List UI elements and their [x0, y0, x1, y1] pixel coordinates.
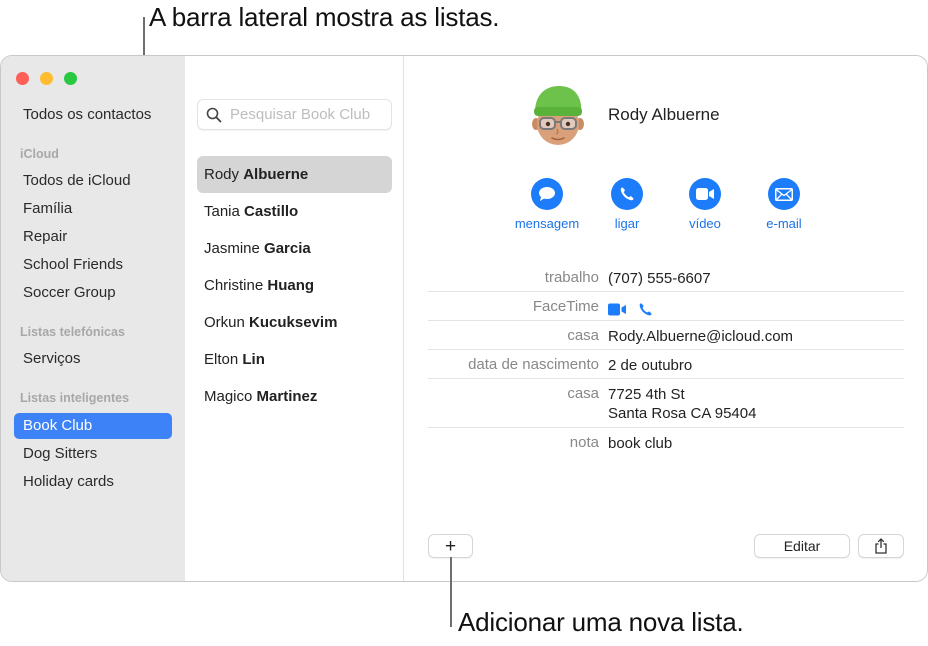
- sidebar-item-dog-sitters[interactable]: Dog Sitters: [14, 441, 172, 467]
- contact-row[interactable]: Rody Albuerne: [197, 156, 392, 193]
- share-button[interactable]: [858, 534, 904, 558]
- facetime-actions: [608, 299, 653, 318]
- search-field[interactable]: [197, 99, 392, 130]
- search-input[interactable]: [230, 100, 388, 129]
- sidebar-item-holiday-cards[interactable]: Holiday cards: [14, 469, 172, 495]
- contact-first-name: Christine: [204, 277, 264, 294]
- contact-last-name: Lin: [242, 351, 265, 368]
- zoom-window-button[interactable]: [64, 72, 77, 85]
- call-label: ligar: [614, 216, 640, 231]
- contact-row[interactable]: Jasmine Garcia: [197, 230, 392, 267]
- video-button[interactable]: vídeo: [665, 178, 745, 231]
- contact-first-name: Rody: [204, 166, 240, 183]
- address-line-1: 7725 4th St: [608, 386, 685, 403]
- sidebar-item-book-club[interactable]: Book Club: [14, 413, 172, 439]
- contact-last-name: Kucuksevim: [249, 314, 338, 331]
- email-button[interactable]: e-mail: [744, 178, 824, 231]
- email-label: e-mail: [766, 216, 802, 231]
- envelope-icon: [775, 187, 793, 201]
- contacts-window: Todos os contactos iCloud Todos de iClou…: [0, 55, 928, 582]
- contact-row[interactable]: Christine Huang: [197, 267, 392, 304]
- share-icon: [875, 538, 887, 554]
- call-button[interactable]: ligar: [587, 178, 667, 231]
- field-label: trabalho: [544, 269, 599, 286]
- note-value[interactable]: book club: [608, 434, 672, 453]
- close-window-button[interactable]: [16, 72, 29, 85]
- sidebar-section-listas-telefonicas: Listas telefónicas: [20, 325, 125, 339]
- contact-first-name: Tania: [204, 203, 240, 220]
- sidebar: Todos os contactos iCloud Todos de iClou…: [1, 56, 185, 581]
- phone-icon: [620, 187, 634, 201]
- contact-last-name: Martinez: [256, 388, 318, 405]
- divider: [428, 349, 904, 350]
- contact-last-name: Castillo: [244, 203, 299, 220]
- contact-row[interactable]: Magico Martinez: [197, 378, 392, 415]
- divider: [428, 320, 904, 321]
- callout-line-add-list: [450, 557, 452, 627]
- contact-row[interactable]: Tania Castillo: [197, 193, 392, 230]
- contact-last-name: Albuerne: [243, 166, 309, 183]
- contact-first-name: Elton: [204, 351, 239, 368]
- divider: [428, 427, 904, 428]
- video-label: vídeo: [689, 216, 721, 231]
- contact-name: Rody Albuerne: [608, 105, 720, 124]
- message-bubble-icon: [539, 187, 555, 201]
- field-label: FaceTime: [532, 298, 599, 315]
- contact-last-name: Huang: [267, 277, 315, 294]
- sidebar-item-soccer-group[interactable]: Soccer Group: [14, 280, 172, 306]
- video-camera-icon: [696, 188, 714, 200]
- contact-row[interactable]: Orkun Kucuksevim: [197, 304, 392, 341]
- minimize-window-button[interactable]: [40, 72, 53, 85]
- contact-first-name: Jasmine: [204, 240, 260, 257]
- contact-first-name: Orkun: [204, 314, 245, 331]
- birthday-value: 2 de outubro: [608, 357, 693, 374]
- callout-add-list: Adicionar uma nova lista.: [458, 607, 744, 637]
- home-email-value[interactable]: Rody.Albuerne@icloud.com: [608, 327, 793, 346]
- divider: [428, 378, 904, 379]
- message-button[interactable]: mensagem: [507, 178, 587, 231]
- sidebar-item-familia[interactable]: Família: [14, 196, 172, 222]
- field-label: casa: [567, 327, 599, 344]
- contact-row[interactable]: Elton Lin: [197, 341, 392, 378]
- field-label: data de nascimento: [468, 356, 599, 373]
- contact-first-name: Magico: [204, 388, 253, 405]
- sidebar-item-school-friends[interactable]: School Friends: [14, 252, 172, 278]
- search-icon: [206, 107, 222, 123]
- field-label: nota: [569, 434, 599, 451]
- sidebar-item-servicos[interactable]: Serviços: [14, 346, 172, 372]
- divider: [428, 291, 904, 292]
- sidebar-item-repair[interactable]: Repair: [14, 224, 172, 250]
- address-line-2: Santa Rosa CA 95404: [608, 405, 757, 422]
- callout-sidebar: A barra lateral mostra as listas.: [149, 2, 500, 32]
- edit-button[interactable]: Editar: [754, 534, 850, 558]
- contact-detail-pane: Rody Albuerne mensagem ligar vídeo e-mai…: [404, 56, 927, 581]
- contact-last-name: Garcia: [264, 240, 311, 257]
- work-phone-value[interactable]: (707) 555-6607: [608, 269, 711, 288]
- sidebar-item-todos-icloud[interactable]: Todos de iCloud: [14, 168, 172, 194]
- sidebar-item-all-contacts[interactable]: Todos os contactos: [14, 102, 172, 128]
- message-label: mensagem: [514, 216, 580, 231]
- home-address-value[interactable]: 7725 4th St Santa Rosa CA 95404: [608, 385, 756, 423]
- add-button[interactable]: +: [428, 534, 473, 558]
- avatar: [532, 86, 584, 145]
- sidebar-section-icloud: iCloud: [20, 147, 59, 161]
- video-camera-icon[interactable]: [608, 303, 627, 316]
- plus-icon: +: [444, 535, 457, 557]
- sidebar-section-listas-inteligentes: Listas inteligentes: [20, 391, 130, 405]
- phone-icon[interactable]: [638, 302, 653, 317]
- field-label: casa: [567, 385, 599, 402]
- contact-list-pane: Rody AlbuerneTania CastilloJasmine Garci…: [185, 56, 404, 581]
